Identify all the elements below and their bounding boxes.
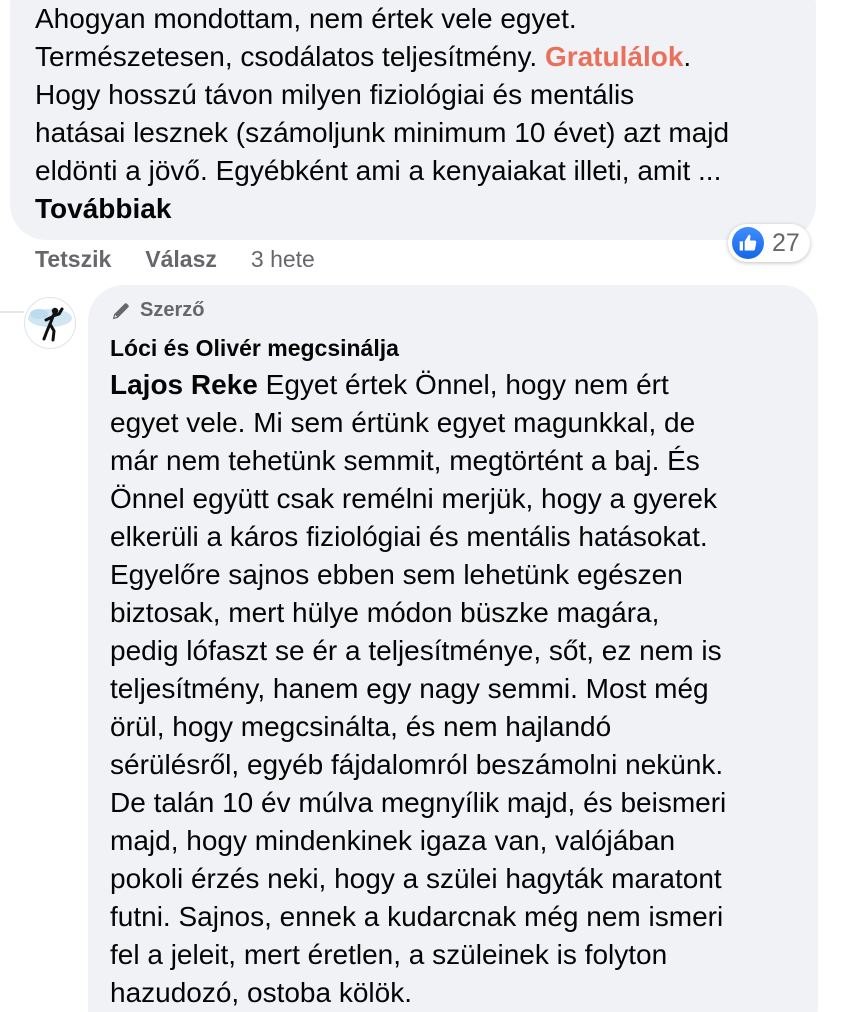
- reply-line: fel a jeleit, mert éretlen, a szüleinek …: [110, 939, 668, 970]
- avatar[interactable]: [24, 297, 76, 349]
- runner-silhouette-avatar: [28, 307, 72, 342]
- comment-text: Ahogyan mondottam, nem értek vele egyet.…: [35, 0, 805, 228]
- reply-line: Egyet értek Önnel, hogy nem ért: [257, 369, 669, 400]
- reply-line: pedig lófaszt se ér a teljesítménye, sőt…: [110, 635, 722, 666]
- comment-line: Hogy hosszú távon milyen fiziológiai és …: [35, 79, 635, 110]
- pen-icon: [112, 302, 129, 319]
- reply-line: egyet vele. Mi sem értünk egyet magunkka…: [110, 407, 696, 438]
- see-more-link[interactable]: Továbbiak: [35, 190, 805, 228]
- reaction-count: 27: [772, 228, 800, 257]
- thread-connector: [0, 311, 24, 313]
- reply-line: De talán 10 év múlva megnyílik majd, és …: [110, 787, 727, 818]
- reply-line: pokoli érzés neki, hogy a szülei hagyták…: [110, 863, 722, 894]
- reply-line: futni. Sajnos, ennek a kudarcnak még nem…: [110, 901, 724, 932]
- author-badge-label: Szerző: [140, 299, 205, 321]
- reply-line: teljesítmény, hanem egy nagy semmi. Most…: [110, 673, 709, 704]
- comment-line: Ahogyan mondottam, nem értek vele egyet.: [35, 3, 577, 34]
- reply-first-line: Lajos Reke Egyet értek Önnel, hogy nem é…: [110, 366, 810, 404]
- author-badge: Szerző: [110, 299, 204, 322]
- reply-line: sérülésről, egyéb fájdalomról beszámolni…: [110, 749, 724, 780]
- reply-line: örül, hogy megcsinálta, és nem hajlandó: [110, 711, 612, 742]
- comment-line: hatásai lesznek (számoljunk minimum 10 é…: [35, 117, 730, 148]
- comment-actions: Tetszik Válasz 3 hete: [35, 244, 315, 274]
- reply-line: majd, hogy mindenkinek igaza van, valójá…: [110, 825, 676, 856]
- like-thumb-icon: [732, 227, 764, 259]
- mention-suffix: .: [683, 41, 692, 72]
- comment-line: Természetesen, csodálatos teljesítmény.: [35, 41, 538, 72]
- mention-link[interactable]: Gratulálok: [545, 41, 683, 72]
- reply-line: biztosak, mert hülye módon büszke magára…: [110, 597, 660, 628]
- reply-text: Lajos Reke Egyet értek Önnel, hogy nem é…: [110, 366, 810, 1012]
- comment-timestamp[interactable]: 3 hete: [251, 246, 315, 273]
- tagged-user-link[interactable]: Lajos Reke: [110, 369, 258, 400]
- reply-button[interactable]: Válasz: [145, 246, 217, 273]
- reactions-summary[interactable]: 27: [728, 224, 810, 262]
- reply-line: hazudozó, ostoba kölök.: [110, 977, 412, 1008]
- comment-line-with-mention: Természetesen, csodálatos teljesítmény. …: [35, 38, 805, 76]
- reply-line: Egyelőre sajnos ebben sem lehetünk egész…: [110, 559, 683, 590]
- reply-line: már nem tehetünk semmit, megtörtént a ba…: [110, 445, 700, 476]
- like-button[interactable]: Tetszik: [35, 246, 111, 273]
- comment-thread: Ahogyan mondottam, nem értek vele egyet.…: [0, 0, 864, 1012]
- reply-line: elkerüli a káros fiziológiai és mentális…: [110, 521, 708, 552]
- reply-line: Önnel együtt csak remélni merjük, hogy a…: [110, 483, 717, 514]
- reply-author-name[interactable]: Lóci és Olivér megcsinálja: [110, 335, 399, 362]
- comment-line: eldönti a jövő. Egyébként ami a kenyaiak…: [35, 155, 722, 186]
